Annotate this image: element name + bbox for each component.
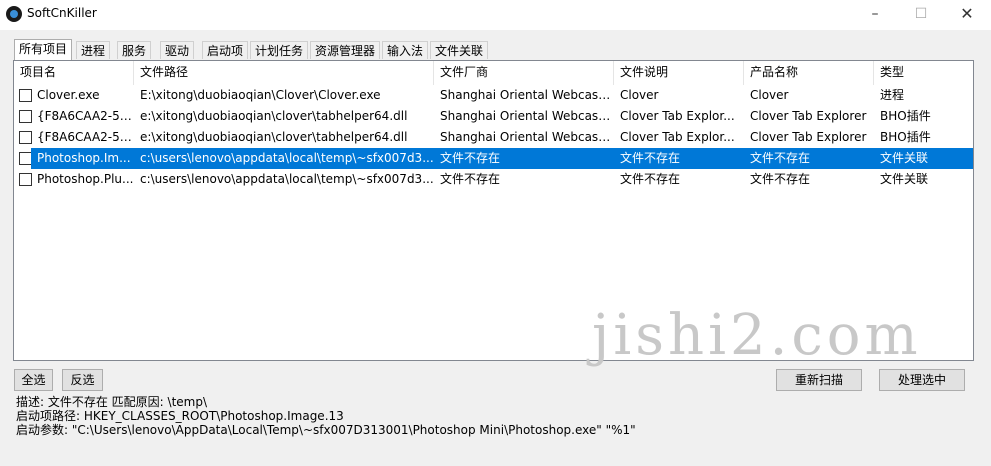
item-vendor: 文件不存在 xyxy=(434,148,614,169)
detail-description: 描述: 文件不存在 匹配原因: \temp\ xyxy=(16,395,208,409)
invert-selection-button[interactable]: 反选 xyxy=(62,369,103,391)
list-header: 项目名 文件路径 文件厂商 文件说明 产品名称 类型 xyxy=(14,61,973,85)
tab-services[interactable]: 服务 xyxy=(117,41,152,59)
item-path: e:\xitong\duobiaoqian\clover\tabhelper64… xyxy=(140,109,408,123)
minimize-button[interactable]: – xyxy=(852,0,898,30)
rescan-button[interactable]: 重新扫描 xyxy=(776,369,862,391)
item-path: c:\users\lenovo\appdata\local\temp\~sfx0… xyxy=(134,148,434,169)
tab-explorer[interactable]: 资源管理器 xyxy=(310,41,381,59)
item-type: 文件关联 xyxy=(874,148,973,169)
select-all-button[interactable]: 全选 xyxy=(14,369,53,391)
item-description: 文件不存在 xyxy=(614,148,744,169)
column-header-type[interactable]: 类型 xyxy=(874,61,973,85)
maximize-button[interactable]: ☐ xyxy=(898,0,944,30)
tab-all-items[interactable]: 所有项目 xyxy=(14,39,73,60)
tab-drivers[interactable]: 驱动 xyxy=(160,41,195,59)
detail-startup-path: 启动项路径: HKEY_CLASSES_ROOT\Photoshop.Image… xyxy=(16,409,344,423)
item-name: Photoshop.Plu... xyxy=(37,172,134,186)
tab-processes[interactable]: 进程 xyxy=(76,41,111,59)
item-type: BHO插件 xyxy=(880,109,931,123)
detail-startup-args: 启动参数: "C:\Users\lenovo\AppData\Local\Tem… xyxy=(16,423,636,437)
item-path: e:\xitong\duobiaoqian\clover\tabhelper64… xyxy=(140,130,408,144)
item-name: {F8A6CAA2-53... xyxy=(37,130,134,144)
process-selected-button[interactable]: 处理选中 xyxy=(879,369,965,391)
item-description: Clover xyxy=(620,88,659,102)
column-header-product[interactable]: 产品名称 xyxy=(744,61,874,85)
tab-startup[interactable]: 启动项 xyxy=(202,41,249,59)
item-type: BHO插件 xyxy=(880,130,931,144)
column-header-vendor[interactable]: 文件厂商 xyxy=(434,61,614,85)
tab-file-association[interactable]: 文件关联 xyxy=(430,41,489,59)
item-vendor: 文件不存在 xyxy=(440,172,501,186)
item-description: Clover Tab Explor... xyxy=(620,130,735,144)
column-header-description[interactable]: 文件说明 xyxy=(614,61,744,85)
item-name: {F8A6CAA2-53... xyxy=(37,109,134,123)
item-type: 进程 xyxy=(880,88,905,102)
item-description: 文件不存在 xyxy=(620,172,681,186)
item-product: Clover Tab Explorer xyxy=(750,109,867,123)
item-name: Photoshop.Im... xyxy=(31,148,134,169)
list-item-selected[interactable]: Photoshop.Im... c:\users\lenovo\appdata\… xyxy=(14,148,973,169)
item-path: c:\users\lenovo\appdata\local\temp\~sfx0… xyxy=(140,172,434,186)
item-vendor: Shanghai Oriental Webcast... xyxy=(440,130,614,144)
site-watermark: jishi2.com xyxy=(592,303,922,368)
column-header-path[interactable]: 文件路径 xyxy=(134,61,434,85)
list-item[interactable]: {F8A6CAA2-53... e:\xitong\duobiaoqian\cl… xyxy=(14,106,973,127)
item-vendor: Shanghai Oriental Webcast... xyxy=(440,88,614,102)
tab-scheduled-tasks[interactable]: 计划任务 xyxy=(250,41,309,59)
app-icon xyxy=(6,6,22,22)
item-description: Clover Tab Explor... xyxy=(620,109,735,123)
tab-input-method[interactable]: 输入法 xyxy=(382,41,429,59)
window-title: SoftCnKiller xyxy=(27,6,97,20)
title-bar: SoftCnKiller – ☐ ✕ xyxy=(0,0,991,30)
column-header-name[interactable]: 项目名 xyxy=(14,61,134,85)
close-button[interactable]: ✕ xyxy=(944,0,990,30)
item-product: 文件不存在 xyxy=(744,148,874,169)
item-product: 文件不存在 xyxy=(750,172,811,186)
item-vendor: Shanghai Oriental Webcast... xyxy=(440,109,614,123)
list-item[interactable]: Clover.exe E:\xitong\duobiaoqian\Clover\… xyxy=(14,85,973,106)
item-product: Clover Tab Explorer xyxy=(750,130,867,144)
item-product: Clover xyxy=(750,88,789,102)
item-type: 文件关联 xyxy=(880,172,929,186)
list-item[interactable]: {F8A6CAA2-53... e:\xitong\duobiaoqian\cl… xyxy=(14,127,973,148)
item-name: Clover.exe xyxy=(37,88,100,102)
list-item[interactable]: Photoshop.Plu... c:\users\lenovo\appdata… xyxy=(14,169,973,190)
item-path: E:\xitong\duobiaoqian\Clover\Clover.exe xyxy=(140,88,381,102)
